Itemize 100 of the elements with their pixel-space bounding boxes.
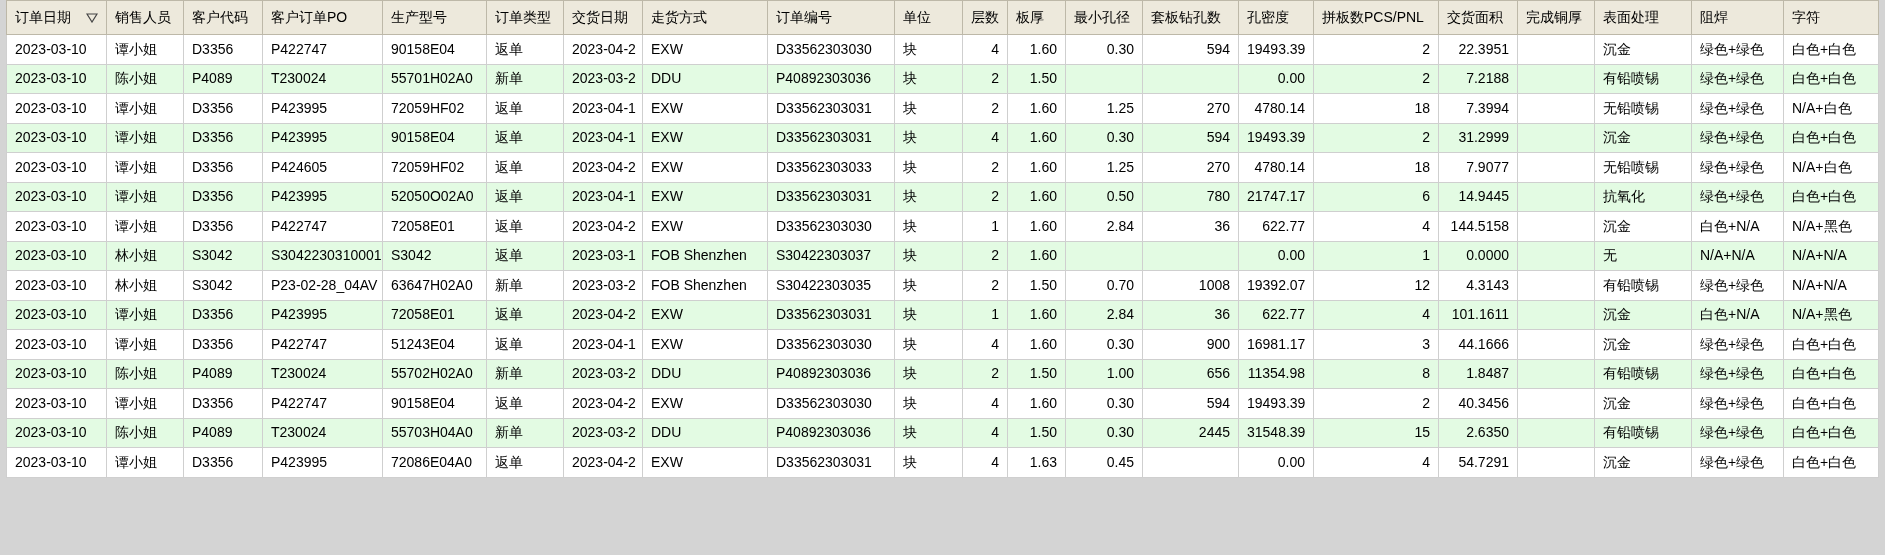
- sort-descending-icon[interactable]: [86, 12, 98, 23]
- table-cell: 块: [894, 300, 963, 330]
- table-cell: 有铅喷锡: [1594, 64, 1692, 94]
- table-cell: 2023-03-10: [6, 182, 107, 212]
- table-cell: 2023-03-10: [6, 152, 107, 182]
- table-cell: 4: [1313, 211, 1439, 241]
- table-cell: 52050O02A0: [382, 182, 487, 212]
- table-cell: 返单: [486, 182, 564, 212]
- table-cell: 有铅喷锡: [1594, 418, 1692, 448]
- table-cell: 6: [1313, 182, 1439, 212]
- table-cell: 1.60: [1007, 329, 1066, 359]
- column-header[interactable]: 客户代码: [183, 0, 263, 35]
- column-header[interactable]: 销售人员: [106, 0, 184, 35]
- table-cell: 2445: [1142, 418, 1239, 448]
- table-cell: 1: [1313, 241, 1439, 271]
- table-cell: T230024: [262, 359, 383, 389]
- table-cell: 2023-04-1: [563, 329, 643, 359]
- table-cell: 2023-04-2: [563, 34, 643, 64]
- table-cell: D3356: [183, 123, 263, 153]
- table-cell: 36: [1142, 300, 1239, 330]
- column-header[interactable]: 板厚: [1007, 0, 1066, 35]
- table-cell: EXW: [642, 211, 768, 241]
- column-header[interactable]: 拼板数PCS/PNL: [1313, 0, 1439, 35]
- column-header[interactable]: 交货面积: [1438, 0, 1518, 35]
- table-cell: D33562303031: [767, 182, 895, 212]
- column-header[interactable]: 完成铜厚: [1517, 0, 1595, 35]
- table-cell: 绿色+绿色: [1691, 182, 1784, 212]
- table-cell: 90158E04: [382, 34, 487, 64]
- table-cell: 返单: [486, 388, 564, 418]
- table-cell: D3356: [183, 34, 263, 64]
- table-cell: D3356: [183, 93, 263, 123]
- table-cell: 2: [962, 152, 1008, 182]
- table-cell: 白色+N/A: [1691, 211, 1784, 241]
- column-header[interactable]: 单位: [894, 0, 963, 35]
- table-cell: 1.63: [1007, 447, 1066, 477]
- table-cell: 白色+白色: [1783, 388, 1879, 418]
- table-cell: 0.50: [1065, 182, 1143, 212]
- table-cell: 19392.07: [1238, 270, 1314, 300]
- table-cell: 900: [1142, 329, 1239, 359]
- table-cell: 块: [894, 447, 963, 477]
- table-cell: 40.3456: [1438, 388, 1518, 418]
- table-cell: 4.3143: [1438, 270, 1518, 300]
- table-cell: 55702H02A0: [382, 359, 487, 389]
- column-header[interactable]: 层数: [962, 0, 1008, 35]
- table-cell: EXW: [642, 152, 768, 182]
- table-cell: D33562303030: [767, 34, 895, 64]
- table-cell: 2023-03-2: [563, 64, 643, 94]
- table-cell: T230024: [262, 418, 383, 448]
- column-header[interactable]: 客户订单PO: [262, 0, 383, 35]
- table-cell: 55703H04A0: [382, 418, 487, 448]
- column-header[interactable]: 订单编号: [767, 0, 895, 35]
- table-cell: 2023-04-2: [563, 152, 643, 182]
- table-cell: 2023-04-1: [563, 182, 643, 212]
- table-cell: EXW: [642, 447, 768, 477]
- table-cell: 新单: [486, 418, 564, 448]
- table-cell: 622.77: [1238, 300, 1314, 330]
- table-cell: 1.00: [1065, 359, 1143, 389]
- table-cell: 0.00: [1238, 241, 1314, 271]
- table-cell: 36: [1142, 211, 1239, 241]
- table-cell: 块: [894, 418, 963, 448]
- table-cell: 谭小姐: [106, 93, 184, 123]
- table-cell: 绿色+绿色: [1691, 329, 1784, 359]
- column-header[interactable]: 订单类型: [486, 0, 564, 35]
- table-cell: 14.9445: [1438, 182, 1518, 212]
- table-cell: 块: [894, 182, 963, 212]
- column-header[interactable]: 走货方式: [642, 0, 768, 35]
- table-cell: D33562303030: [767, 388, 895, 418]
- table-cell: P422747: [262, 34, 383, 64]
- table-cell: 21747.17: [1238, 182, 1314, 212]
- table-cell: 2: [1313, 34, 1439, 64]
- table-cell: 2023-03-2: [563, 359, 643, 389]
- table-cell: 0.30: [1065, 329, 1143, 359]
- column-header[interactable]: 交货日期: [563, 0, 643, 35]
- column-header[interactable]: 表面处理: [1594, 0, 1692, 35]
- table-cell: 270: [1142, 93, 1239, 123]
- table-cell: 1.8487: [1438, 359, 1518, 389]
- column-header[interactable]: 孔密度: [1238, 0, 1314, 35]
- table-cell: 白色+白色: [1783, 182, 1879, 212]
- table-cell: 沉金: [1594, 34, 1692, 64]
- table-cell: 1.60: [1007, 211, 1066, 241]
- table-cell: 沉金: [1594, 388, 1692, 418]
- table-cell: 594: [1142, 34, 1239, 64]
- column-header[interactable]: 套板钻孔数: [1142, 0, 1239, 35]
- table-cell: 18: [1313, 152, 1439, 182]
- table-cell: P422747: [262, 388, 383, 418]
- table-cell: D33562303031: [767, 123, 895, 153]
- column-header[interactable]: 生产型号: [382, 0, 487, 35]
- table-cell: 绿色+绿色: [1691, 388, 1784, 418]
- table-cell: 594: [1142, 388, 1239, 418]
- table-cell: 2023-04-2: [563, 388, 643, 418]
- table-cell: 林小姐: [106, 241, 184, 271]
- table-cell: DDU: [642, 359, 768, 389]
- table-cell: S3042: [183, 241, 263, 271]
- table-cell: 1.60: [1007, 152, 1066, 182]
- column-header[interactable]: 字符: [1783, 0, 1879, 35]
- table-cell: 2023-03-10: [6, 359, 107, 389]
- table-cell: 2023-04-1: [563, 93, 643, 123]
- table-cell: 沉金: [1594, 447, 1692, 477]
- column-header[interactable]: 阻焊: [1691, 0, 1784, 35]
- column-header[interactable]: 最小孔径: [1065, 0, 1143, 35]
